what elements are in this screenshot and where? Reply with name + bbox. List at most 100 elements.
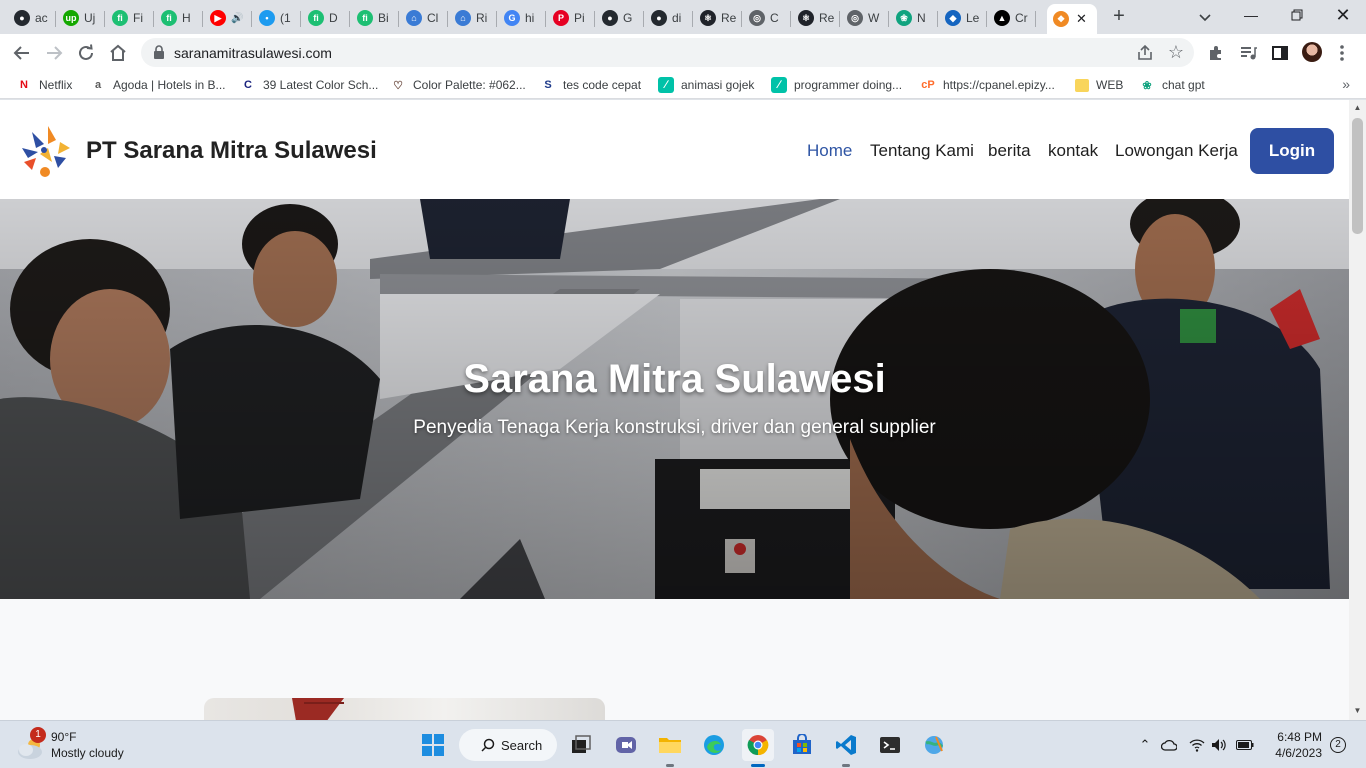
scroll-up-arrow-icon[interactable]: ▲ <box>1353 104 1362 112</box>
chrome-button[interactable] <box>742 729 774 767</box>
browser-tab[interactable]: ⚛ Re <box>694 4 742 32</box>
profile-avatar[interactable] <box>1302 42 1322 62</box>
browser-tab[interactable]: ● di <box>645 4 693 32</box>
browser-menu-button[interactable] <box>1330 41 1354 65</box>
nav-home-link[interactable]: Home <box>807 141 852 161</box>
nav-about-link[interactable]: Tentang Kami <box>870 141 974 161</box>
side-panel-button[interactable] <box>1268 41 1292 65</box>
task-view-button[interactable] <box>565 729 597 761</box>
media-list-icon <box>1241 47 1257 60</box>
tab-title: H <box>182 11 191 25</box>
browser-tab[interactable]: • (1 <box>253 4 301 32</box>
browser-tab[interactable]: ❀ N <box>890 4 938 32</box>
lock-icon[interactable] <box>153 45 165 59</box>
browser-tab[interactable]: fi Bi <box>351 4 399 32</box>
browser-tab[interactable]: Ghi <box>498 4 546 32</box>
store-button[interactable] <box>786 729 818 761</box>
minimize-button[interactable]: — <box>1228 0 1274 30</box>
browser-tab[interactable]: ▲ Cr <box>988 4 1036 32</box>
page-scrollbar[interactable]: ▲ ▼ <box>1349 100 1366 720</box>
notification-count[interactable]: 2 <box>1330 737 1346 753</box>
browser-tab[interactable]: ⚛ Re <box>792 4 840 32</box>
browser-tab[interactable]: fi D <box>302 4 350 32</box>
extensions-button[interactable] <box>1204 41 1228 65</box>
browser-tab[interactable]: P Pi <box>547 4 595 32</box>
browser-tab[interactable]: ⌂ Ri <box>449 4 497 32</box>
file-explorer-button[interactable] <box>654 729 686 767</box>
system-clock[interactable]: 6:48 PM 4/6/2023 <box>1270 729 1322 761</box>
bookmark-label: https://cpanel.epizy... <box>943 78 1055 92</box>
onedrive-cloud-icon[interactable] <box>1160 736 1178 754</box>
back-button[interactable] <box>10 41 34 65</box>
address-bar[interactable]: saranamitrasulawesi.com ☆ <box>141 38 1194 67</box>
start-button[interactable] <box>417 729 449 761</box>
tab-separator <box>741 11 742 27</box>
tab-title: Fi <box>133 11 143 25</box>
bookmark-item[interactable]: N Netflix <box>16 76 72 94</box>
browser-tab[interactable]: ● ac <box>8 4 56 32</box>
bookmark-item[interactable]: Stes code cepat <box>540 76 641 94</box>
tab-active[interactable]: ❖ ✕ <box>1047 4 1097 34</box>
edge-button[interactable] <box>698 729 730 761</box>
new-tab-button[interactable]: + <box>1109 6 1129 26</box>
close-tab-icon[interactable]: ✕ <box>1076 11 1087 27</box>
url-text[interactable]: saranamitrasulawesi.com <box>174 45 332 61</box>
browser-tab[interactable]: ▶ 🔊 <box>204 4 252 32</box>
speaker-icon[interactable]: 🔊 <box>231 13 243 24</box>
nav-jobs-link[interactable]: Lowongan Kerja <box>1115 141 1238 161</box>
bookmark-item[interactable]: a Agoda | Hotels in B... <box>90 76 226 94</box>
teams-chat-button[interactable] <box>610 729 642 761</box>
globe-paint-icon <box>925 736 944 754</box>
bookmark-item[interactable]: ∕ programmer doing... <box>771 76 902 94</box>
taskbar-search[interactable]: Search <box>459 729 557 761</box>
vscode-button[interactable] <box>830 729 862 767</box>
google-icon: G <box>504 10 520 26</box>
tab-separator <box>153 11 154 27</box>
browser-tab[interactable]: up Uj <box>57 4 105 32</box>
company-logo-icon[interactable] <box>18 122 72 178</box>
forward-button[interactable] <box>42 41 66 65</box>
extra-app-button[interactable] <box>918 729 950 761</box>
browser-tab[interactable]: fi H <box>155 4 203 32</box>
battery-icon[interactable] <box>1236 736 1254 754</box>
scroll-thumb[interactable] <box>1352 118 1363 234</box>
brand-name[interactable]: PT Sarana Mitra Sulawesi <box>86 137 377 165</box>
restore-button[interactable] <box>1274 0 1320 30</box>
browser-tab[interactable]: ◎ C <box>743 4 791 32</box>
browser-tab[interactable]: fi Fi <box>106 4 154 32</box>
home-button[interactable] <box>106 41 130 65</box>
bookmark-label: Agoda | Hotels in B... <box>113 78 226 92</box>
share-icon[interactable] <box>1136 44 1154 62</box>
bookmark-item[interactable]: cP https://cpanel.epizy... <box>920 76 1055 94</box>
weather-widget[interactable]: 1 90°F Mostly cloudy <box>16 727 156 763</box>
wifi-icon[interactable] <box>1188 736 1206 754</box>
bookmark-item[interactable]: ∕ animasi gojek <box>658 76 754 94</box>
scroll-down-arrow-icon[interactable]: ▼ <box>1353 707 1362 715</box>
volume-icon[interactable] <box>1210 736 1228 754</box>
close-window-button[interactable]: ✕ <box>1320 0 1366 30</box>
login-button[interactable]: Login <box>1250 128 1334 174</box>
reading-list-button[interactable] <box>1236 41 1260 65</box>
browser-tab[interactable]: ◆ Le <box>939 4 987 32</box>
bookmarks-overflow-chevron-icon[interactable]: » <box>1342 76 1350 92</box>
tray-overflow-chevron-icon[interactable]: ⌃ <box>1136 736 1154 754</box>
agoda-icon: a <box>94 79 102 91</box>
reload-button[interactable] <box>74 41 98 65</box>
arrow-left-icon <box>13 46 29 60</box>
bookmark-star-icon[interactable]: ☆ <box>1168 42 1184 63</box>
browser-tab[interactable]: ● G <box>596 4 644 32</box>
bookmark-item[interactable]: ❀ chat gpt <box>1139 76 1204 94</box>
tab-search-icon[interactable] <box>1196 8 1214 26</box>
windows-taskbar: 1 90°F Mostly cloudy Search ⌃ 6:48 PM 4/… <box>0 720 1366 768</box>
terminal-button[interactable] <box>874 729 906 761</box>
browser-tab[interactable]: ◎ W <box>841 4 889 32</box>
tab-separator <box>790 11 791 27</box>
tab-title: Pi <box>574 11 585 25</box>
tab-separator <box>349 11 350 27</box>
browser-tab[interactable]: ⌂ Cl <box>400 4 448 32</box>
nav-news-link[interactable]: berita <box>988 141 1031 161</box>
bookmark-item[interactable]: ♡ Color Palette: #062... <box>390 76 526 94</box>
bookmark-item[interactable]: WEB <box>1075 76 1123 94</box>
nav-contact-link[interactable]: kontak <box>1048 141 1098 161</box>
bookmark-item[interactable]: C 39 Latest Color Sch... <box>240 76 378 94</box>
